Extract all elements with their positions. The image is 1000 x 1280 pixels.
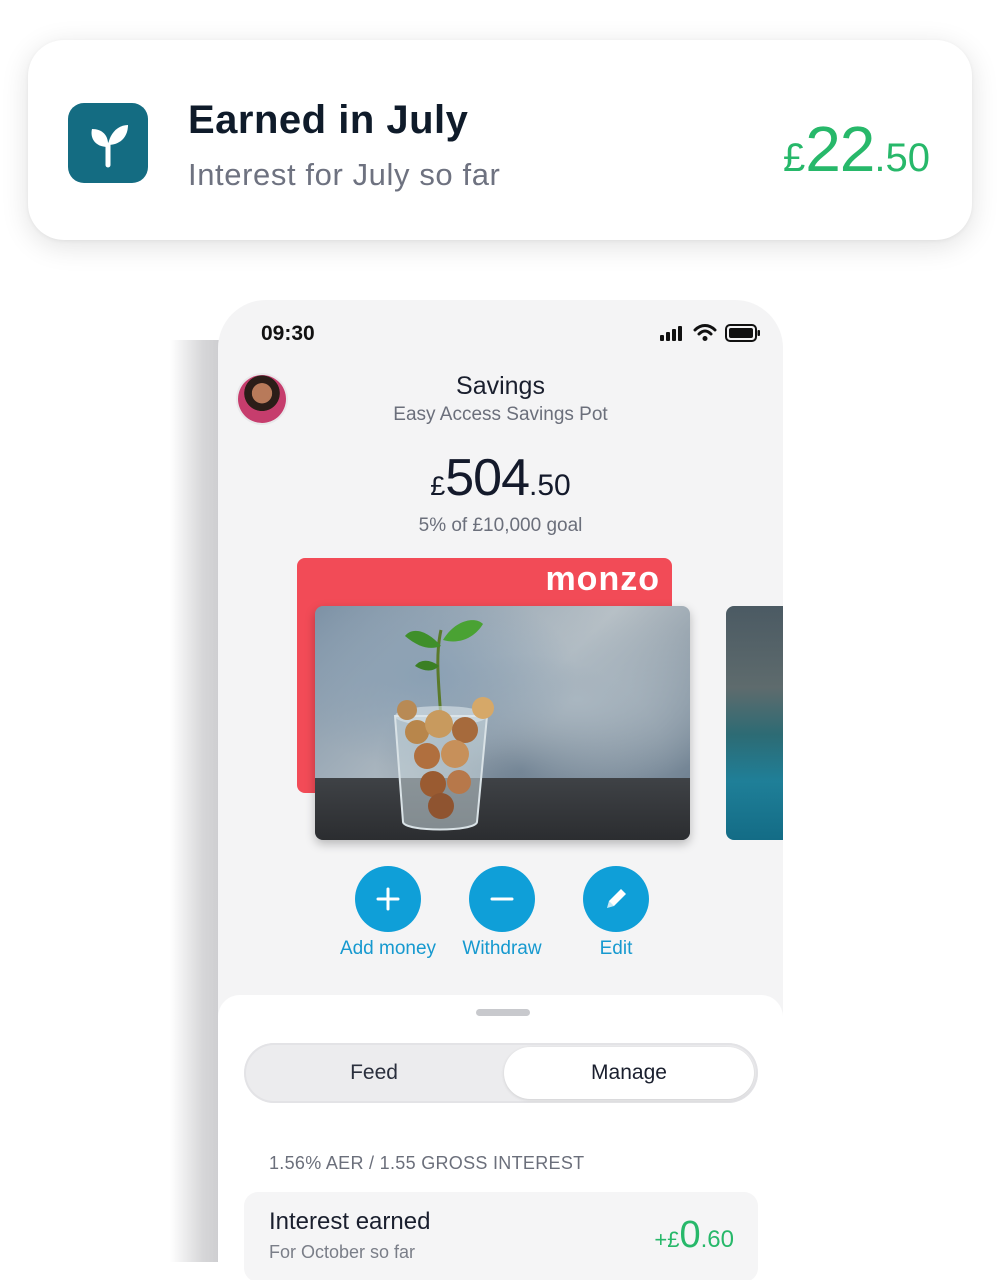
- coin-jar-plant-image: [393, 620, 494, 831]
- phone-screen: 09:30 Savings Easy Access Savings Pot £5…: [218, 300, 783, 1280]
- balance: £504.50: [218, 448, 783, 508]
- balance-whole: 504: [445, 449, 530, 507]
- wifi-icon: [693, 324, 717, 341]
- notification-amount: £ 22 .50: [783, 112, 930, 186]
- interest-amount-fraction: .60: [700, 1226, 734, 1253]
- signal-icon: [660, 326, 682, 341]
- pot-cover-image[interactable]: [315, 606, 690, 840]
- tab-switcher: Feed Manage: [244, 1043, 758, 1103]
- bottom-sheet: Feed Manage 1.56% AER / 1.55 GROSS INTER…: [218, 995, 783, 1280]
- withdraw-button[interactable]: Withdraw: [442, 866, 562, 960]
- notification-subtitle: Interest for July so far: [188, 157, 501, 192]
- status-time: 09:30: [261, 322, 315, 345]
- page-title: Savings: [456, 372, 545, 400]
- amount-fraction: .50: [874, 136, 930, 180]
- add-money-label: Add money: [339, 938, 437, 959]
- notification-title: Earned in July: [188, 98, 469, 142]
- interest-rate-text: 1.56% AER / 1.55 GROSS INTEREST: [269, 1153, 585, 1173]
- pencil-icon: [583, 866, 649, 932]
- amount-currency: £: [782, 136, 806, 180]
- edit-button[interactable]: Edit: [556, 866, 676, 960]
- balance-fraction: .50: [529, 469, 571, 502]
- withdraw-label: Withdraw: [462, 938, 542, 959]
- next-pot-card[interactable]: [726, 606, 783, 840]
- edit-label: Edit: [599, 938, 633, 959]
- interest-earned-amount: +£ 0.60: [654, 1214, 734, 1257]
- interest-earned-row[interactable]: Interest earned For October so far +£ 0.6…: [244, 1192, 758, 1280]
- goal-progress-text: 5% of £10,000 goal: [418, 515, 583, 536]
- battery-icon: [725, 324, 760, 342]
- sprout-icon: [68, 103, 148, 183]
- interest-amount-sign: +£: [654, 1227, 680, 1252]
- interest-amount-whole: 0: [679, 1214, 701, 1256]
- tab-feed[interactable]: Feed: [244, 1043, 504, 1103]
- monzo-logo: monzo: [545, 560, 660, 598]
- page-subtitle: Easy Access Savings Pot: [393, 404, 608, 425]
- interest-earned-title: Interest earned: [269, 1208, 431, 1235]
- tab-manage[interactable]: Manage: [504, 1047, 754, 1099]
- plus-icon: [355, 866, 421, 932]
- minus-icon: [469, 866, 535, 932]
- sheet-drag-handle[interactable]: [476, 1009, 530, 1016]
- amount-whole: 22: [805, 113, 875, 185]
- status-icons: [659, 324, 761, 342]
- balance-currency: £: [430, 471, 446, 501]
- add-money-button[interactable]: Add money: [328, 866, 448, 960]
- interest-earned-subtitle: For October so far: [269, 1242, 416, 1262]
